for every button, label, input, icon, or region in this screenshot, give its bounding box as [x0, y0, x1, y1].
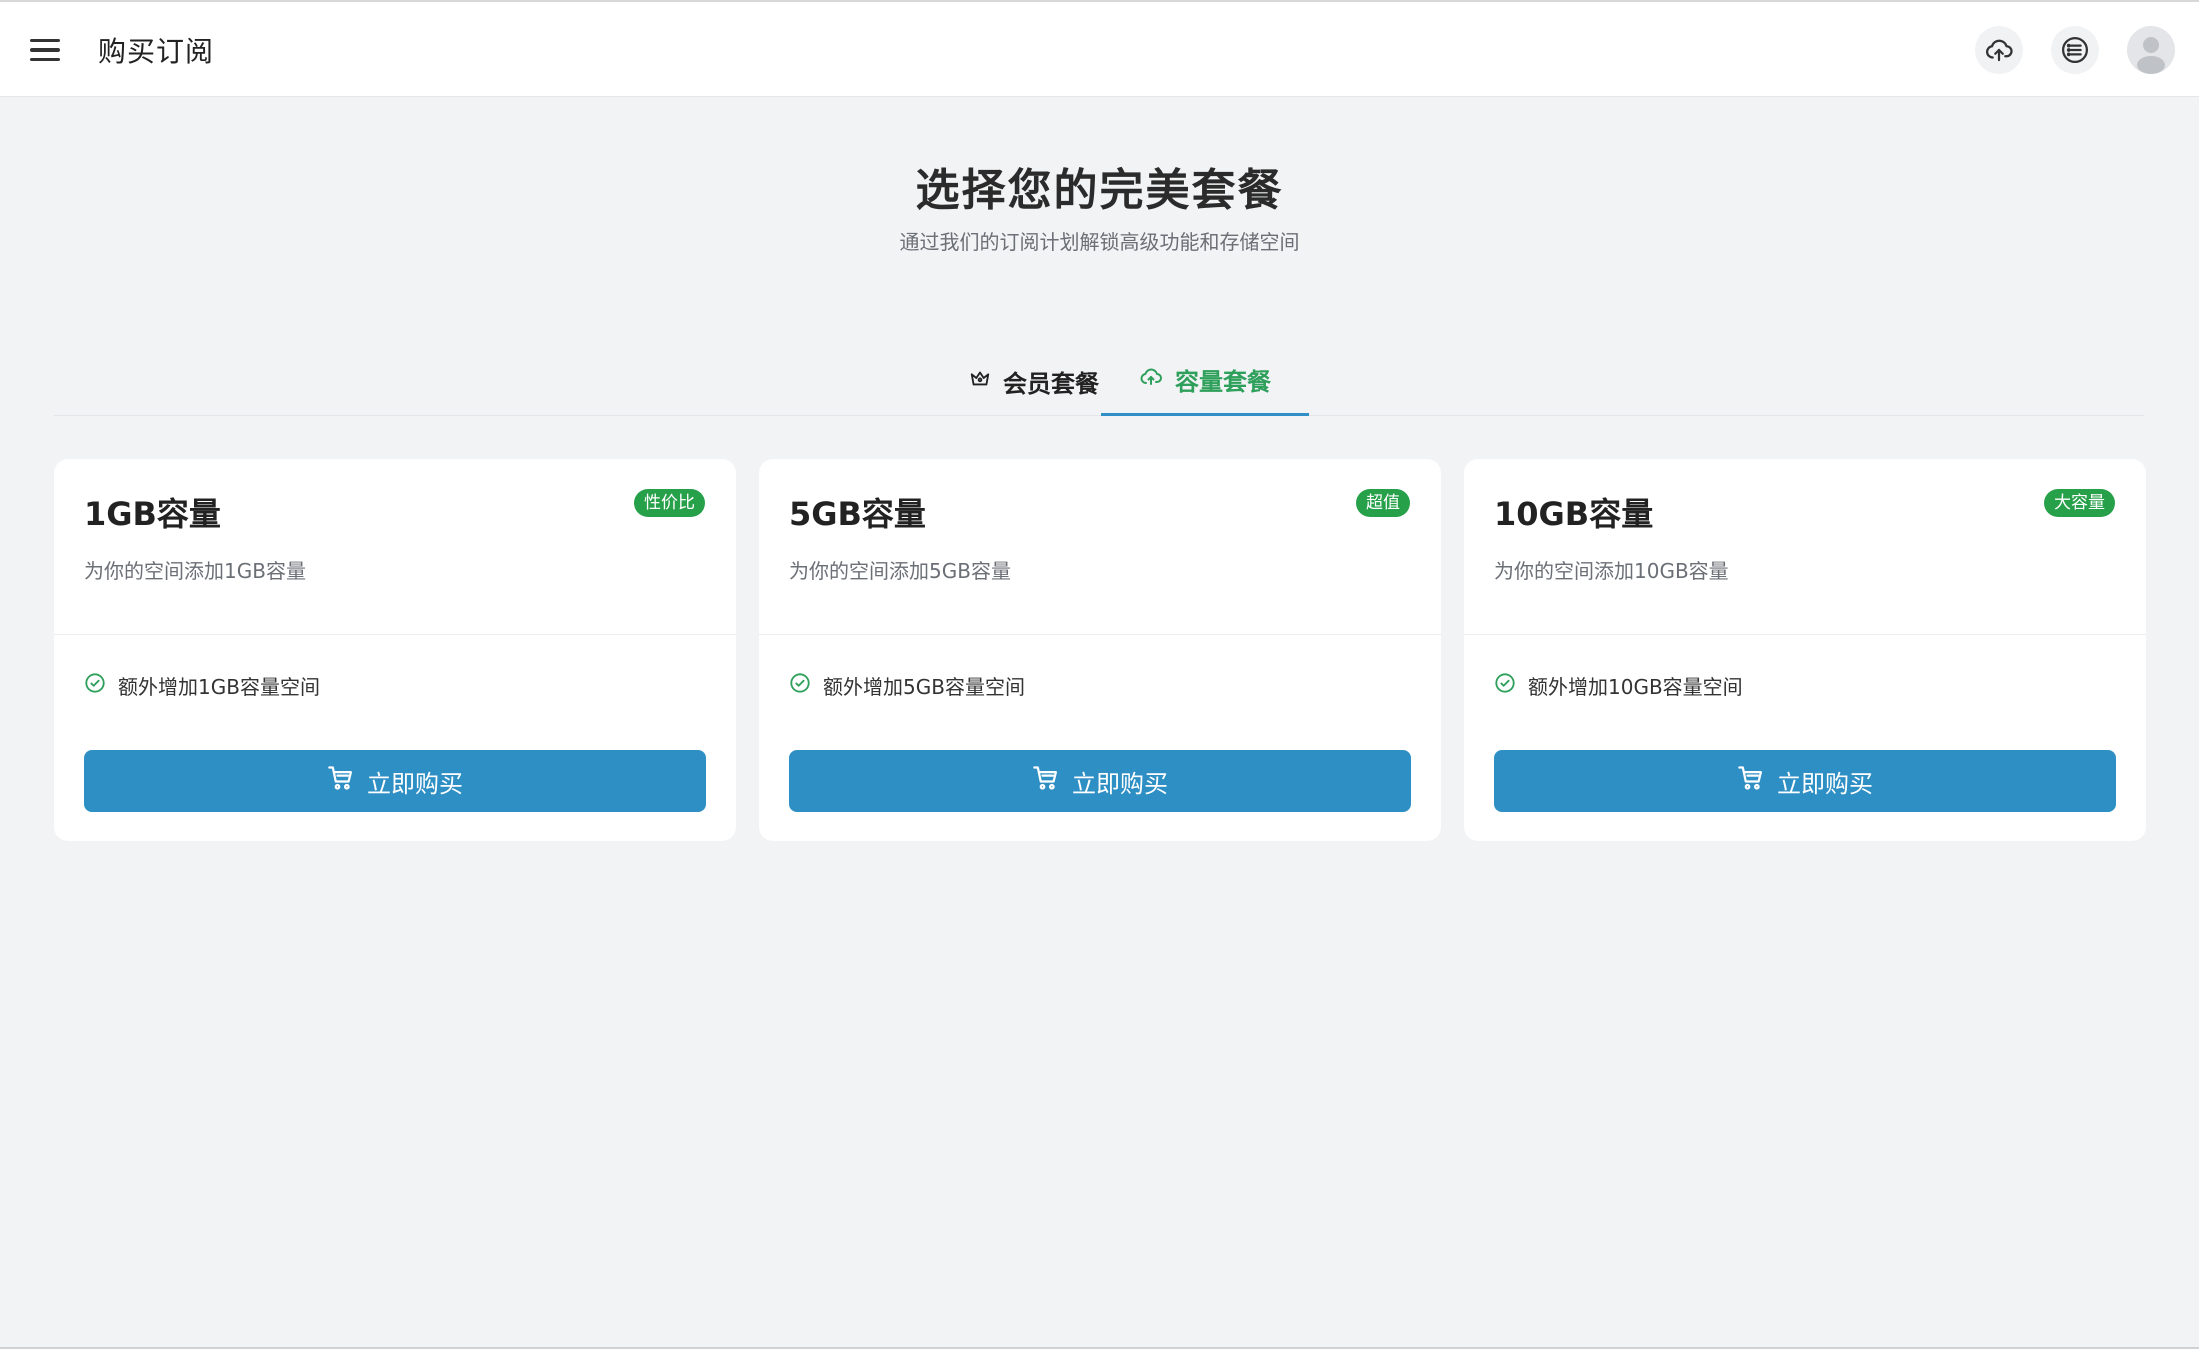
- hero-subtitle: 通过我们的订阅计划解锁高级功能和存储空间: [899, 230, 1300, 254]
- crown-icon: [969, 367, 991, 395]
- hero-title: 选择您的完美套餐: [915, 165, 1284, 216]
- feature-item: 额外增加5GB容量空间: [789, 671, 1025, 700]
- buy-now-label: 立即购买: [1072, 769, 1168, 798]
- cloud-upload-icon: [1139, 365, 1163, 395]
- tab-storage-label: 容量套餐: [1175, 368, 1271, 396]
- card-badge: 超值: [1356, 489, 1410, 517]
- check-circle-icon: [84, 672, 106, 699]
- card-title: 5GB容量: [789, 495, 926, 533]
- buy-now-label: 立即购买: [367, 769, 463, 798]
- upload-cloud-icon[interactable]: [1975, 26, 2023, 74]
- card-badge: 大容量: [2044, 489, 2115, 517]
- feature-label: 额外增加10GB容量空间: [1528, 675, 1743, 699]
- card-description: 为你的空间添加1GB容量: [84, 559, 306, 583]
- tab-membership-label: 会员套餐: [1003, 369, 1099, 398]
- shopping-cart-icon: [327, 764, 355, 798]
- card-description: 为你的空间添加10GB容量: [1494, 559, 1729, 583]
- page-title: 购买订阅: [98, 35, 215, 68]
- card-badge: 性价比: [634, 489, 705, 517]
- hamburger-menu-icon[interactable]: [30, 32, 70, 68]
- card-header: 5GB容量 为你的空间添加5GB容量 超值: [759, 459, 1441, 635]
- card-title: 1GB容量: [84, 495, 221, 533]
- plan-card-10gb: 10GB容量 为你的空间添加10GB容量 大容量 额外增加10GB容量空间 立即…: [1464, 459, 2146, 841]
- avatar[interactable]: [2127, 26, 2175, 74]
- card-header: 1GB容量 为你的空间添加1GB容量 性价比: [54, 459, 736, 635]
- top-actions: [1975, 26, 2175, 74]
- plan-card-1gb: 1GB容量 为你的空间添加1GB容量 性价比 额外增加1GB容量空间 立即购买: [54, 459, 736, 841]
- card-header: 10GB容量 为你的空间添加10GB容量 大容量: [1464, 459, 2146, 635]
- top-app-bar: 购买订阅: [0, 0, 2199, 97]
- buy-now-button[interactable]: 立即购买: [789, 750, 1411, 812]
- card-title: 10GB容量: [1494, 495, 1654, 533]
- plan-cards: 1GB容量 为你的空间添加1GB容量 性价比 额外增加1GB容量空间 立即购买 …: [54, 459, 2146, 841]
- buy-now-button[interactable]: 立即购买: [1494, 750, 2116, 812]
- check-circle-icon: [789, 672, 811, 699]
- feature-item: 额外增加1GB容量空间: [84, 671, 320, 700]
- card-description: 为你的空间添加5GB容量: [789, 559, 1011, 583]
- tab-storage-plans[interactable]: 容量套餐: [1101, 346, 1309, 416]
- shopping-cart-icon: [1032, 764, 1060, 798]
- shopping-cart-icon: [1737, 764, 1765, 798]
- feature-label: 额外增加5GB容量空间: [823, 675, 1025, 699]
- feature-label: 额外增加1GB容量空间: [118, 675, 320, 699]
- buy-now-button[interactable]: 立即购买: [84, 750, 706, 812]
- feature-item: 额外增加10GB容量空间: [1494, 671, 1743, 700]
- plan-tabs: 会员套餐 容量套餐: [54, 346, 2144, 416]
- list-icon[interactable]: [2051, 26, 2099, 74]
- buy-now-label: 立即购买: [1777, 769, 1873, 798]
- check-circle-icon: [1494, 672, 1516, 699]
- plan-card-5gb: 5GB容量 为你的空间添加5GB容量 超值 额外增加5GB容量空间 立即购买: [759, 459, 1441, 841]
